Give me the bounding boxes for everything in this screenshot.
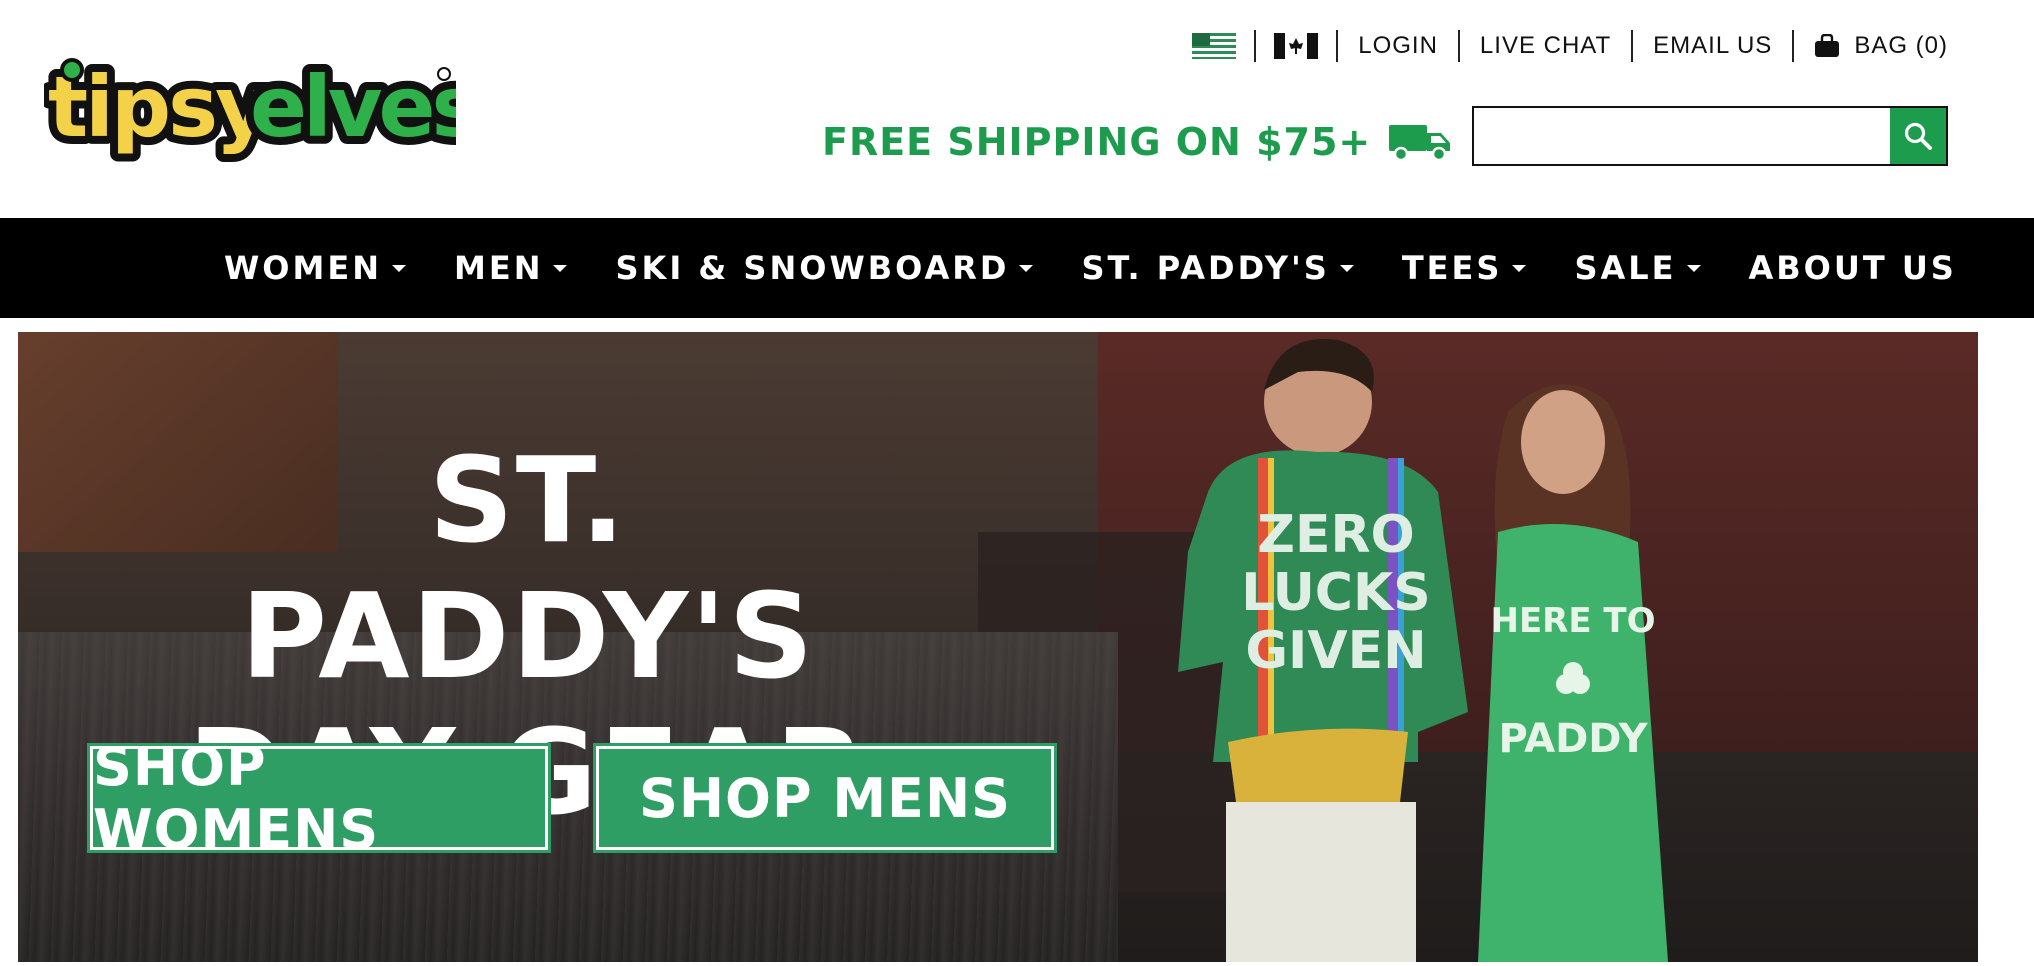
search-icon <box>1904 122 1932 150</box>
tank-text-line-1: HERE TO <box>1490 601 1655 641</box>
utility-nav: LOGIN LIVE CHAT EMAIL US BAG (0) <box>1174 26 1948 66</box>
hero-headline-line-1: ST. PADDY'S <box>240 431 816 705</box>
nav-item-label: MEN <box>453 249 544 287</box>
hero-models-image: ZERO LUCKS GIVEN HERE TO PADDY <box>1178 339 1668 962</box>
nav-item-about-us[interactable]: ABOUT US <box>1749 249 1957 287</box>
divider <box>1254 30 1257 62</box>
nav-item-women[interactable]: WOMEN <box>224 249 406 287</box>
nav-item-label: SALE <box>1574 249 1677 287</box>
email-us-link[interactable]: EMAIL US <box>1633 32 1792 60</box>
nav-item-st-paddys[interactable]: ST. PADDY'S <box>1081 249 1354 287</box>
nav-item-label: SKI & SNOWBOARD <box>615 249 1010 287</box>
shop-mens-button[interactable]: SHOP MENS <box>593 743 1057 853</box>
caret-down-icon <box>553 264 568 272</box>
nav-item-men[interactable]: MEN <box>453 249 568 287</box>
svg-text:elves: elves <box>250 58 456 156</box>
delivery-truck-icon <box>1389 125 1451 162</box>
bag-label: BAG (0) <box>1854 32 1948 59</box>
login-link[interactable]: LOGIN <box>1338 32 1458 60</box>
caret-down-icon <box>1512 264 1527 272</box>
tank-text-line-2: PADDY <box>1498 716 1648 762</box>
caret-down-icon <box>1686 264 1701 272</box>
free-shipping-text: FREE SHIPPING ON $75+ <box>822 120 1372 164</box>
live-chat-link[interactable]: LIVE CHAT <box>1460 32 1631 60</box>
shirt-text-line-3: GIVEN <box>1245 621 1426 681</box>
search-button[interactable] <box>1890 108 1946 164</box>
bag-button[interactable]: BAG (0) <box>1794 32 1948 60</box>
main-nav: WOMEN MEN SKI & SNOWBOARD ST. PADDY'S TE… <box>0 218 2034 318</box>
shop-mens-label: SHOP MENS <box>638 766 1012 830</box>
shop-womens-label: SHOP WOMENS <box>93 735 380 861</box>
caret-down-icon <box>391 264 406 272</box>
search-bar <box>1472 106 1948 166</box>
nav-item-label: ST. PADDY'S <box>1081 249 1330 287</box>
site-header: tipsy tipsy elves elves LOGIN LIVE CHAT … <box>0 0 2034 218</box>
nav-item-label: ABOUT US <box>1748 249 1957 287</box>
nav-item-label: WOMEN <box>224 249 382 287</box>
shopping-bag-icon <box>1815 34 1840 57</box>
shirt-text-line-2: LUCKS <box>1241 563 1430 623</box>
us-flag-icon[interactable] <box>1192 33 1237 59</box>
tipsyelves-logo[interactable]: tipsy tipsy elves elves <box>44 50 456 172</box>
nav-item-tees[interactable]: TEES <box>1402 249 1527 287</box>
caret-down-icon <box>1019 264 1034 272</box>
shop-womens-button[interactable]: SHOP WOMENS <box>87 735 551 861</box>
nav-item-ski-snowboard[interactable]: SKI & SNOWBOARD <box>615 249 1034 287</box>
nav-item-label: TEES <box>1401 249 1503 287</box>
canada-flag-icon[interactable] <box>1274 33 1319 59</box>
search-input[interactable] <box>1474 108 1890 164</box>
free-shipping-promo: FREE SHIPPING ON $75+ <box>822 112 1453 172</box>
hero-banner[interactable]: ST. PADDY'S DAY GEAR SHOP WOMENS SHOP ME… <box>18 332 1978 962</box>
shirt-text-line-1: ZERO <box>1257 505 1414 565</box>
caret-down-icon <box>1339 264 1354 272</box>
nav-item-sale[interactable]: SALE <box>1574 249 1701 287</box>
